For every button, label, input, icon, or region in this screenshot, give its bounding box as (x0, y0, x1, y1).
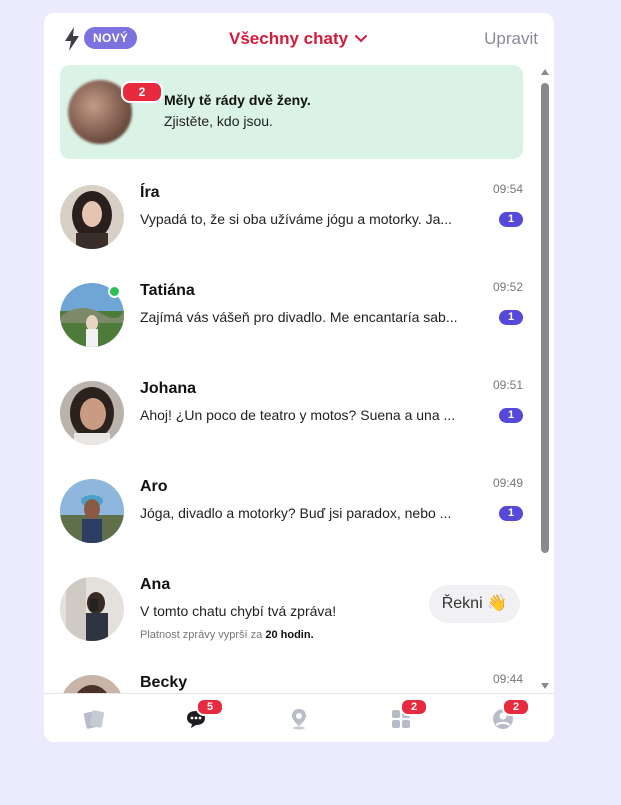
tab-cards[interactable] (79, 704, 109, 734)
chat-name: Ana (140, 576, 171, 593)
chat-time: 09:54 (492, 182, 523, 196)
expiry-note: Platnost zprávy vyprší za 20 hodin. (140, 629, 314, 641)
unread-badge: 1 (499, 408, 523, 423)
chat-time: 09:52 (492, 280, 523, 294)
likes-count-badge: 2 (121, 81, 163, 103)
chat-name: Aro (140, 478, 168, 495)
chat-name: Becky (140, 674, 188, 691)
tab-nearby[interactable] (284, 704, 314, 734)
chat-preview: Ahoj! ¿Un poco de teatro y motos? Suena … (140, 407, 456, 423)
tab-profile[interactable]: 2 (488, 698, 530, 734)
edit-button[interactable]: Upravit (484, 29, 538, 49)
expiry-value: 20 hodin. (265, 629, 314, 641)
chat-time: 09:49 (492, 476, 523, 490)
avatar (60, 479, 124, 543)
chat-filter-dropdown[interactable]: Všechny chaty (229, 29, 368, 49)
scrollbar-thumb[interactable] (541, 83, 549, 553)
avatar (60, 381, 124, 445)
promo-title: Měly tě rády dvě ženy. (164, 92, 311, 108)
chat-row[interactable]: Becky 09:44 (44, 659, 536, 693)
chat-list: 2 Měly tě rády dvě ženy. Zjistěte, kdo j… (44, 65, 536, 693)
profile-count-badge: 2 (502, 698, 530, 716)
avatar (60, 185, 124, 249)
chats-count-badge: 5 (196, 698, 224, 716)
chat-row[interactable]: Johana 09:51 Ahoj! ¿Un poco de teatro y … (44, 365, 536, 463)
chat-preview: Jóga, divadlo a motorky? Buď jsi paradox… (140, 505, 452, 521)
chat-name: Johana (140, 380, 197, 397)
discover-count-badge: 2 (400, 698, 428, 716)
avatar (60, 577, 124, 641)
chat-time: 09:44 (492, 672, 523, 686)
chat-preview: V tomto chatu chybí tvá zpráva! (140, 603, 337, 619)
chat-row[interactable]: Íra 09:54 Vypadá to, že si oba užíváme j… (44, 169, 536, 267)
unread-badge: 1 (499, 506, 523, 521)
chat-filter-label: Všechny chaty (229, 29, 349, 48)
tab-chats[interactable]: 5 (182, 698, 224, 734)
chat-preview: Zajímá vás vášeň pro divadlo. Me encanta… (140, 309, 458, 325)
lightning-icon[interactable] (64, 27, 80, 51)
chat-preview: Vypadá to, že si oba užíváme jógu a moto… (140, 211, 453, 227)
chat-panel: NOVÝ Všechny chaty Upravit 2 Měly tě rád… (44, 13, 554, 742)
scroll-up-arrow-icon[interactable] (541, 69, 549, 75)
chat-time: 09:51 (492, 378, 523, 392)
chat-name: Tatiána (140, 282, 195, 299)
promo-subtitle: Zjistěte, kdo jsou. (164, 113, 273, 129)
header: NOVÝ Všechny chaty Upravit (44, 13, 554, 65)
unread-badge: 1 (499, 310, 523, 325)
chat-row[interactable]: Ana V tomto chatu chybí tvá zpráva! Plat… (44, 561, 536, 659)
scroll-down-arrow-icon[interactable] (541, 683, 549, 689)
chat-row[interactable]: Aro 09:49 Jóga, divadlo a motorky? Buď j… (44, 463, 536, 561)
expiry-prefix: Platnost zprávy vyprší za (140, 629, 263, 641)
tab-discover[interactable]: 2 (386, 698, 428, 734)
chat-row[interactable]: Tatiána 09:52 Zajímá vás vášeň pro divad… (44, 267, 536, 365)
avatar (60, 675, 124, 693)
cards-icon (83, 710, 104, 729)
say-hi-button[interactable]: Řekni 👋 (428, 585, 520, 623)
chevron-down-icon (355, 35, 368, 43)
likes-promo-banner[interactable]: 2 Měly tě rády dvě ženy. Zjistěte, kdo j… (60, 65, 523, 159)
unread-badge: 1 (499, 212, 523, 227)
scrollbar[interactable] (540, 67, 550, 691)
bottom-tab-bar: 5 2 2 (44, 693, 554, 742)
location-pin-icon (292, 709, 306, 730)
online-indicator (108, 285, 121, 298)
new-badge[interactable]: NOVÝ (84, 27, 138, 49)
chat-name: Íra (140, 184, 160, 201)
